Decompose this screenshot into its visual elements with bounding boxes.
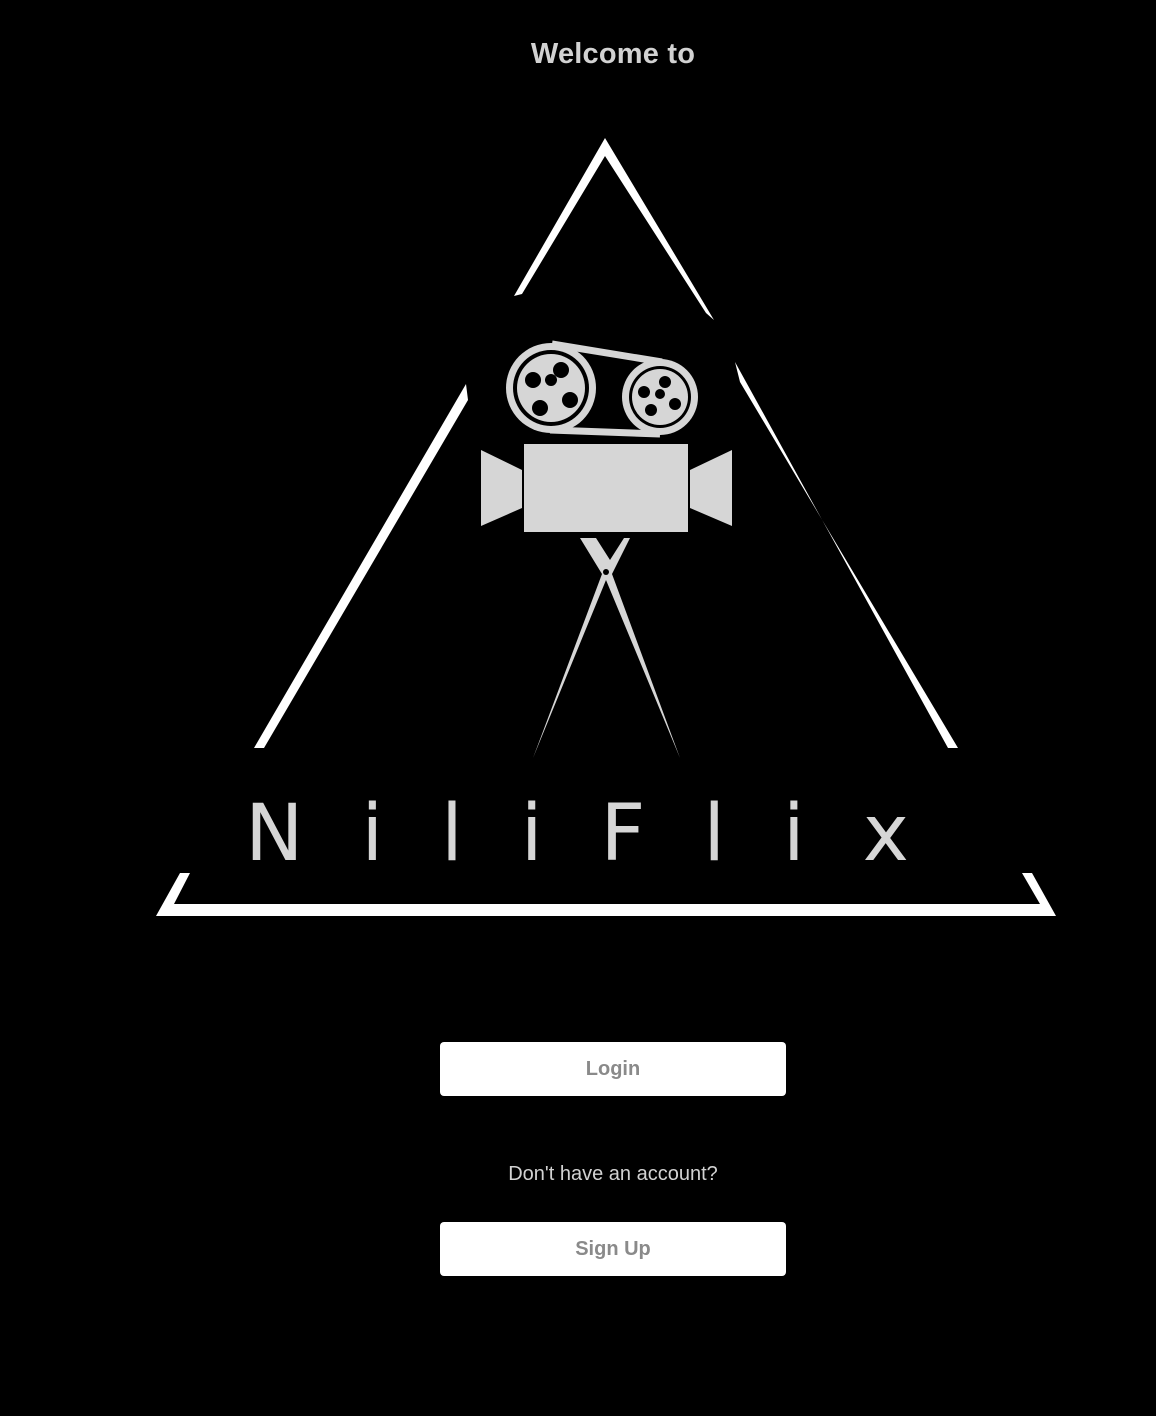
welcome-heading: Welcome to — [530, 38, 696, 70]
login-button[interactable]: Login — [440, 1042, 786, 1096]
brand-name: NiliFlix — [245, 789, 967, 879]
signup-button[interactable]: Sign Up — [440, 1222, 786, 1276]
niliflix-logo: NiliFlix — [156, 138, 1056, 916]
no-account-text: Don't have an account? — [508, 1163, 718, 1185]
movie-camera-scissors-icon — [481, 340, 732, 758]
